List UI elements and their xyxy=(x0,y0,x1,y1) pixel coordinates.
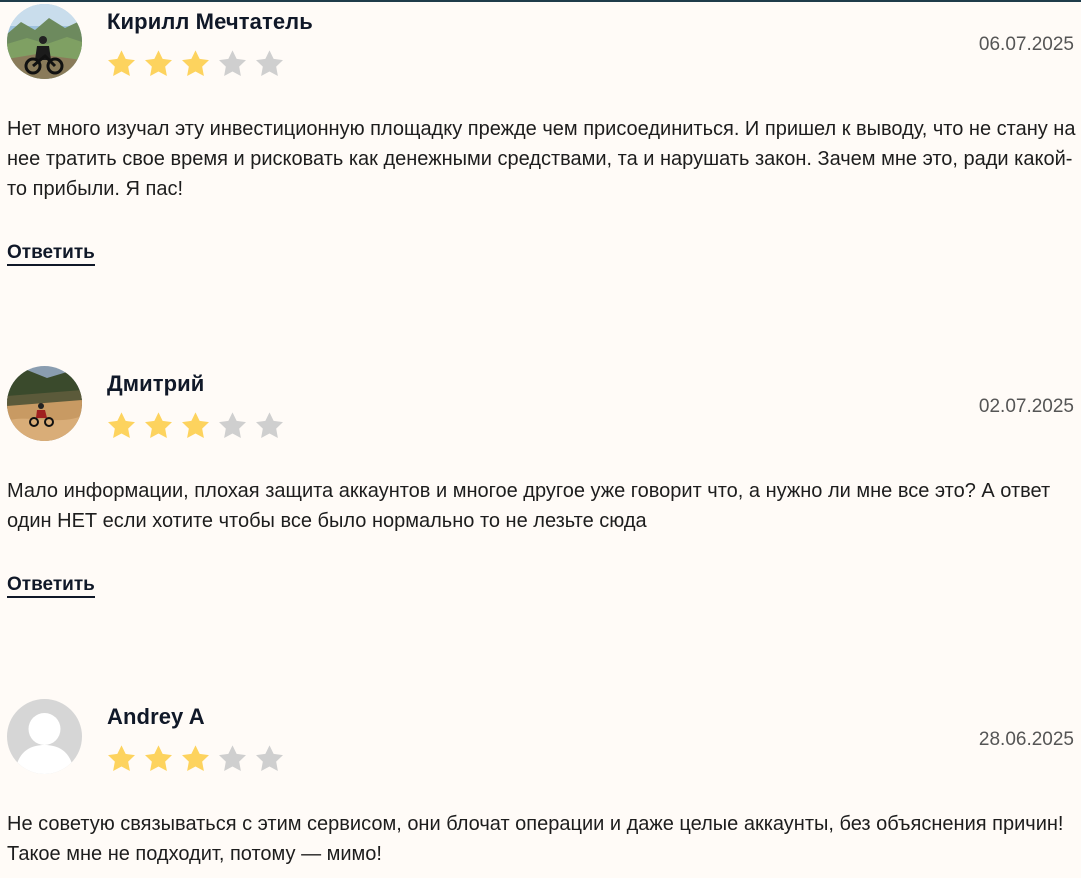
star-filled-icon xyxy=(108,50,135,76)
star-filled-icon xyxy=(108,412,135,438)
avatar-photo xyxy=(7,366,82,441)
star-filled-icon xyxy=(145,412,172,438)
rating-stars xyxy=(105,410,286,442)
author-name: Дмитрий xyxy=(107,371,205,396)
author-name: Кирилл Мечтатель xyxy=(107,9,313,34)
star-filled-icon xyxy=(182,412,209,438)
star-empty-icon xyxy=(256,745,283,771)
star-filled-icon xyxy=(145,50,172,76)
star-empty-icon xyxy=(219,50,246,76)
rating-stars xyxy=(105,743,286,775)
review-date: 06.07.2025 xyxy=(978,34,1074,55)
star-empty-icon xyxy=(256,50,283,76)
avatar xyxy=(7,4,82,79)
review-text: Не советую связываться с этим сервисом, … xyxy=(7,813,1064,865)
review-date: 02.07.2025 xyxy=(978,396,1074,417)
review-text: Нет много изучал эту инвестиционную площ… xyxy=(7,118,1076,200)
star-filled-icon xyxy=(182,50,209,76)
default-user-icon xyxy=(7,699,82,774)
avatar xyxy=(7,699,82,774)
review-date: 28.06.2025 xyxy=(978,729,1074,750)
star-filled-icon xyxy=(182,745,209,771)
reply-link[interactable]: Ответить xyxy=(7,574,95,598)
star-empty-icon xyxy=(219,745,246,771)
review-text: Мало информации, плохая защита аккаунтов… xyxy=(7,480,1051,532)
star-empty-icon xyxy=(219,412,246,438)
top-border xyxy=(0,0,1081,2)
star-filled-icon xyxy=(108,745,135,771)
star-empty-icon xyxy=(256,412,283,438)
avatar-photo xyxy=(7,4,82,79)
author-name: Andrey A xyxy=(107,704,205,729)
rating-stars xyxy=(105,48,286,80)
star-filled-icon xyxy=(145,745,172,771)
avatar xyxy=(7,366,82,441)
reply-link[interactable]: Ответить xyxy=(7,242,95,266)
